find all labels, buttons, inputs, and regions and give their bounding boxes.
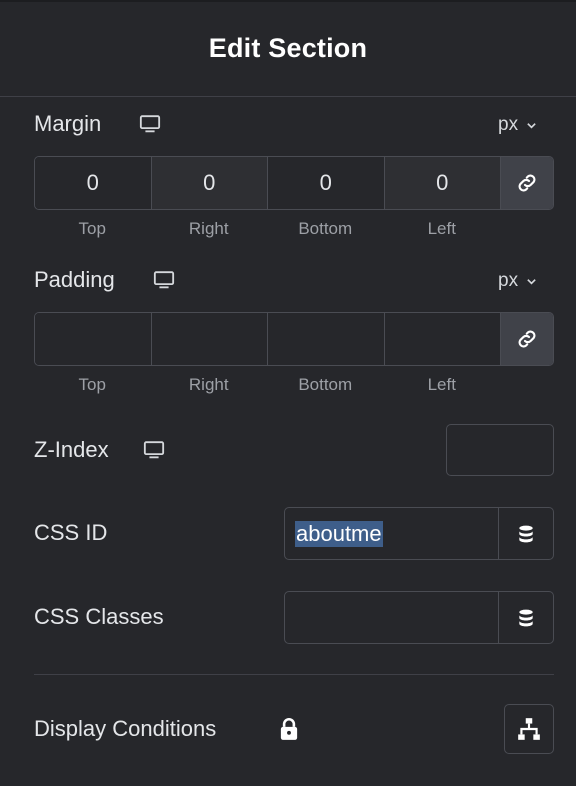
margin-side-labels: Top Right Bottom Left — [34, 219, 500, 239]
padding-bottom-input[interactable] — [268, 313, 385, 365]
padding-top-input[interactable] — [35, 313, 152, 365]
padding-link-button[interactable] — [501, 313, 553, 365]
margin-unit-label: px — [498, 114, 519, 135]
cssid-dynamic-button[interactable] — [498, 508, 553, 559]
padding-side-labels: Top Right Bottom Left — [34, 375, 500, 395]
database-icon — [519, 609, 533, 626]
side-label-top: Top — [78, 219, 106, 238]
padding-unit-select[interactable]: px — [498, 270, 537, 292]
padding-label: Padding — [34, 267, 115, 292]
zindex-label: Z-Index — [34, 437, 109, 462]
padding-inputs — [34, 312, 554, 366]
desktop-icon[interactable] — [139, 113, 161, 135]
page-title: Edit Section — [208, 32, 368, 63]
display-conditions-button[interactable] — [504, 704, 554, 754]
cssid-value: aboutme — [295, 521, 383, 547]
zindex-input[interactable] — [446, 424, 554, 476]
side-label-top: Top — [78, 375, 106, 394]
display-conditions-label: Display Conditions — [34, 716, 217, 741]
margin-unit-select[interactable]: px — [498, 114, 537, 136]
margin-top-input[interactable]: 0 — [35, 157, 152, 209]
margin-inputs: 0 0 0 0 — [34, 156, 554, 210]
side-label-bottom: Bottom — [298, 375, 353, 394]
link-icon — [518, 174, 536, 192]
desktop-icon[interactable] — [143, 439, 165, 461]
margin-label: Margin — [34, 111, 102, 136]
sitemap-icon — [518, 718, 540, 740]
cssclasses-dynamic-button[interactable] — [498, 592, 553, 643]
lock-icon — [280, 718, 298, 740]
database-icon — [519, 525, 533, 542]
cssid-label: CSS ID — [34, 520, 108, 545]
side-label-bottom: Bottom — [298, 219, 353, 238]
side-label-left: Left — [427, 219, 456, 238]
cssclasses-label: CSS Classes — [34, 604, 164, 629]
link-icon — [518, 330, 536, 348]
margin-left-input[interactable]: 0 — [384, 157, 501, 209]
margin-bottom-input[interactable]: 0 — [268, 157, 385, 209]
cssid-input[interactable]: aboutme — [284, 507, 554, 560]
chevron-down-icon — [527, 278, 536, 285]
padding-right-input[interactable] — [151, 313, 268, 365]
side-label-left: Left — [427, 375, 456, 394]
cssclasses-input[interactable] — [284, 591, 554, 644]
side-label-right: Right — [188, 375, 229, 394]
margin-link-button[interactable] — [501, 157, 553, 209]
chevron-down-icon — [527, 122, 536, 129]
desktop-icon[interactable] — [153, 269, 175, 291]
panel-header: Edit Section — [0, 0, 576, 97]
margin-right-input[interactable]: 0 — [151, 157, 268, 209]
section-divider — [34, 674, 554, 675]
padding-unit-label: px — [498, 270, 519, 291]
side-label-right: Right — [188, 219, 229, 238]
padding-left-input[interactable] — [384, 313, 501, 365]
